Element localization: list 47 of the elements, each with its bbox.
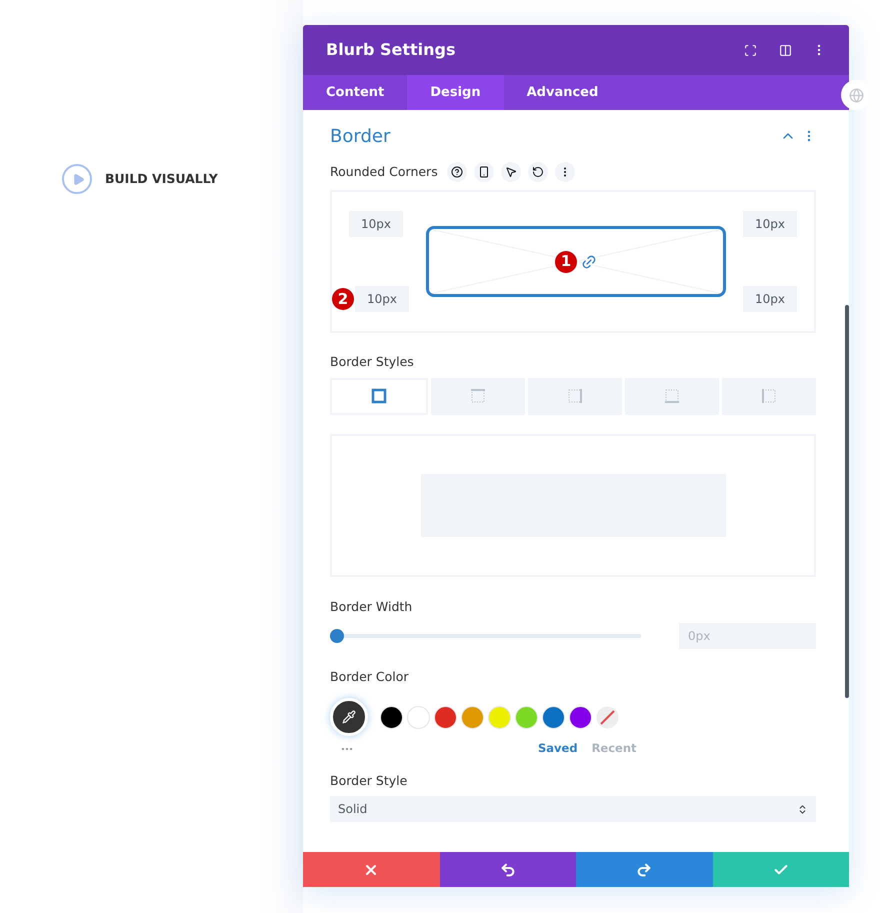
- scrollbar-thumb[interactable]: [845, 305, 849, 698]
- style-select[interactable]: Solid: [330, 796, 816, 822]
- eyedropper-icon: [342, 710, 356, 724]
- section-title[interactable]: Border: [330, 122, 780, 150]
- color-swatch[interactable]: [461, 706, 484, 729]
- slider-thumb[interactable]: [330, 628, 344, 642]
- no-color-icon[interactable]: [596, 706, 619, 729]
- phone-icon[interactable]: [474, 162, 494, 182]
- corner-field[interactable]: 10px: [355, 286, 409, 312]
- undo-icon: [500, 862, 516, 878]
- tab[interactable]: Content: [303, 75, 408, 110]
- border-side-tab[interactable]: [330, 378, 428, 415]
- corner-field[interactable]: 10px: [743, 211, 797, 237]
- tab[interactable]: Advanced: [504, 75, 622, 110]
- field-label: Border Color: [330, 668, 410, 686]
- color-swatch[interactable]: [515, 706, 538, 729]
- border-side-icon: [761, 388, 777, 404]
- redo-icon: [636, 862, 652, 878]
- sidebar-icon[interactable]: [779, 44, 792, 56]
- border-side-icon: [664, 388, 680, 404]
- field-label: Border Width: [330, 598, 414, 616]
- palette-tab[interactable]: Saved: [538, 740, 578, 758]
- window-title: Blurb Settings: [326, 39, 457, 61]
- field-label: Border Style: [330, 772, 408, 790]
- color-swatch[interactable]: [407, 706, 430, 729]
- fullscreen-icon[interactable]: [744, 44, 757, 56]
- field-label: Border Styles: [330, 353, 415, 371]
- help-icon[interactable]: [446, 162, 467, 182]
- color-swatch[interactable]: [380, 706, 403, 729]
- color-swatch[interactable]: [569, 706, 592, 729]
- corner-field[interactable]: 10px: [743, 286, 797, 312]
- color-swatch[interactable]: [434, 706, 457, 729]
- border-side-icon: [567, 388, 583, 404]
- field-label: Rounded Corners: [330, 162, 438, 181]
- select-arrows-icon: [797, 804, 808, 815]
- annotation-badge: 2: [332, 288, 354, 310]
- more-icon[interactable]: [554, 162, 575, 182]
- build-visually-link[interactable]: BUILD VISUALLY: [105, 170, 218, 188]
- color-swatch[interactable]: [488, 706, 511, 729]
- border-side-icon: [371, 388, 387, 404]
- border-side-icon: [470, 388, 486, 404]
- corner-field[interactable]: 10px: [349, 211, 403, 237]
- cursor-icon[interactable]: [500, 162, 521, 182]
- annotation-badge: 1: [555, 250, 577, 272]
- tab[interactable]: Design: [407, 75, 504, 110]
- color-swatch[interactable]: [542, 706, 565, 729]
- reset-icon[interactable]: [528, 162, 548, 182]
